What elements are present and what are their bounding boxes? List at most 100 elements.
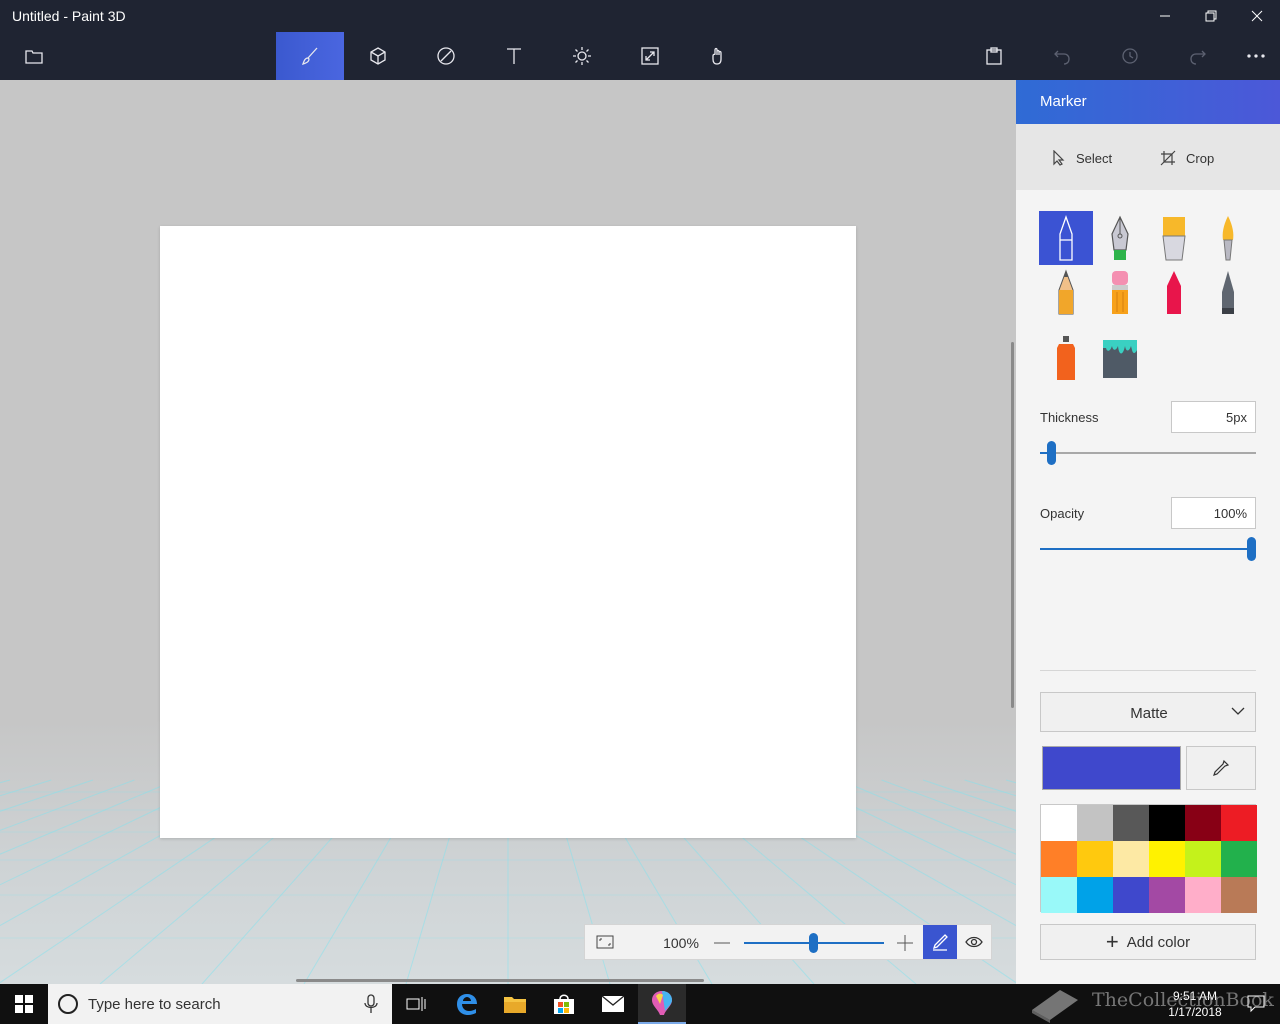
- oil-brush-tool[interactable]: [1147, 211, 1201, 265]
- fit-to-screen-button[interactable]: [589, 928, 621, 956]
- color-swatch[interactable]: [1149, 841, 1185, 877]
- 2d-shapes-tool-button[interactable]: [412, 32, 480, 80]
- paint3d-taskbar-button[interactable]: [638, 984, 686, 1024]
- color-swatch[interactable]: [1077, 841, 1113, 877]
- zoom-slider-thumb[interactable]: [809, 933, 818, 953]
- spray-can-tool[interactable]: [1039, 331, 1093, 385]
- fill-tool[interactable]: [1093, 331, 1147, 385]
- color-swatch[interactable]: [1041, 805, 1077, 841]
- paint-bucket-icon: [1103, 340, 1137, 378]
- thickness-slider-track[interactable]: [1040, 452, 1256, 454]
- taskbar-search[interactable]: Type here to search: [48, 984, 392, 1024]
- eyedropper-button[interactable]: [1186, 746, 1256, 790]
- thickness-slider-thumb[interactable]: [1046, 441, 1056, 465]
- minimize-button[interactable]: [1142, 0, 1188, 32]
- horizontal-scrollbar[interactable]: [296, 979, 704, 982]
- color-swatch[interactable]: [1221, 877, 1257, 913]
- text-icon: [507, 48, 521, 64]
- windows-logo-icon: [15, 995, 33, 1013]
- crop-icon: [1160, 150, 1176, 166]
- drawing-canvas[interactable]: [160, 226, 856, 838]
- color-swatch[interactable]: [1185, 841, 1221, 877]
- menu-button[interactable]: [0, 32, 68, 80]
- search-placeholder: Type here to search: [88, 996, 221, 1013]
- paint3d-icon: [652, 991, 672, 1015]
- finish-dropdown[interactable]: Matte: [1040, 692, 1256, 732]
- canvas-workspace[interactable]: 100%: [0, 80, 1016, 984]
- start-button[interactable]: [0, 984, 48, 1024]
- panel-header: Marker: [1016, 80, 1280, 124]
- brushes-tool-button[interactable]: [276, 32, 344, 80]
- color-swatch[interactable]: [1113, 877, 1149, 913]
- shapes-icon: [437, 47, 455, 65]
- thickness-input[interactable]: 5px: [1171, 401, 1256, 433]
- pencil-icon: [1058, 269, 1074, 315]
- watercolor-brush-icon: [1222, 216, 1234, 261]
- cube-icon: [370, 47, 386, 65]
- color-swatch[interactable]: [1041, 841, 1077, 877]
- paste-icon: [986, 47, 1002, 65]
- watermark: TheCollectionBook: [1030, 986, 1280, 1024]
- opacity-input[interactable]: 100%: [1171, 497, 1256, 529]
- edge-button[interactable]: [443, 984, 491, 1024]
- vertical-scrollbar[interactable]: [1011, 342, 1014, 708]
- color-swatch[interactable]: [1113, 805, 1149, 841]
- marker-tool[interactable]: [1039, 211, 1093, 265]
- restore-button[interactable]: [1188, 0, 1234, 32]
- eraser-icon: [1112, 271, 1128, 314]
- color-swatch[interactable]: [1077, 805, 1113, 841]
- select-crop-bar: Select Crop: [1016, 124, 1280, 190]
- pixel-pen-tool[interactable]: [1201, 265, 1255, 319]
- pencil-tool[interactable]: [1039, 265, 1093, 319]
- effects-tool-button[interactable]: [548, 32, 616, 80]
- add-color-label: Add color: [1126, 933, 1191, 951]
- mail-button[interactable]: [589, 984, 637, 1024]
- opacity-slider-track[interactable]: [1040, 548, 1256, 550]
- file-explorer-button[interactable]: [491, 984, 539, 1024]
- color-swatch[interactable]: [1149, 805, 1185, 841]
- plus-icon: +: [1105, 929, 1119, 954]
- main-toolbar: [0, 32, 1280, 80]
- 2d-view-button[interactable]: [923, 925, 957, 959]
- zoom-in-button[interactable]: [894, 933, 916, 953]
- text-tool-button[interactable]: [480, 32, 548, 80]
- task-view-button[interactable]: [392, 984, 440, 1024]
- color-swatch[interactable]: [1077, 877, 1113, 913]
- color-swatch[interactable]: [1149, 877, 1185, 913]
- history-button[interactable]: [1096, 32, 1164, 80]
- current-color-swatch[interactable]: [1042, 746, 1181, 790]
- zoom-percentage: 100%: [663, 935, 699, 951]
- more-button[interactable]: [1222, 32, 1280, 80]
- color-swatch[interactable]: [1221, 841, 1257, 877]
- undo-icon: [1054, 50, 1070, 65]
- oil-brush-icon: [1162, 217, 1186, 261]
- select-button[interactable]: Select: [1052, 144, 1112, 172]
- color-swatch[interactable]: [1185, 805, 1221, 841]
- canvas-tool-button[interactable]: [616, 32, 684, 80]
- microphone-icon[interactable]: [364, 994, 378, 1014]
- stickers-tool-button[interactable]: [684, 32, 752, 80]
- store-button[interactable]: [540, 984, 588, 1024]
- select-label: Select: [1076, 150, 1113, 166]
- opacity-slider-thumb[interactable]: [1247, 537, 1256, 561]
- plus-icon: [897, 935, 913, 951]
- 3d-shapes-tool-button[interactable]: [344, 32, 412, 80]
- file-explorer-icon: [504, 997, 526, 1013]
- more-icon: [1247, 54, 1265, 58]
- color-swatch[interactable]: [1185, 877, 1221, 913]
- add-color-button[interactable]: + Add color: [1040, 924, 1256, 960]
- close-button[interactable]: [1234, 0, 1280, 32]
- undo-button[interactable]: [1028, 32, 1096, 80]
- color-swatch[interactable]: [1041, 877, 1077, 913]
- zoom-out-button[interactable]: [711, 933, 733, 953]
- crayon-tool[interactable]: [1147, 265, 1201, 319]
- marker-icon: [1059, 215, 1073, 261]
- 3d-view-button[interactable]: [957, 925, 991, 959]
- crop-button[interactable]: Crop: [1160, 144, 1214, 172]
- watercolor-tool[interactable]: [1201, 211, 1255, 265]
- color-swatch[interactable]: [1113, 841, 1149, 877]
- calligraphy-pen-tool[interactable]: [1093, 211, 1147, 265]
- eraser-tool[interactable]: [1093, 265, 1147, 319]
- paste-button[interactable]: [960, 32, 1028, 80]
- color-swatch[interactable]: [1221, 805, 1257, 841]
